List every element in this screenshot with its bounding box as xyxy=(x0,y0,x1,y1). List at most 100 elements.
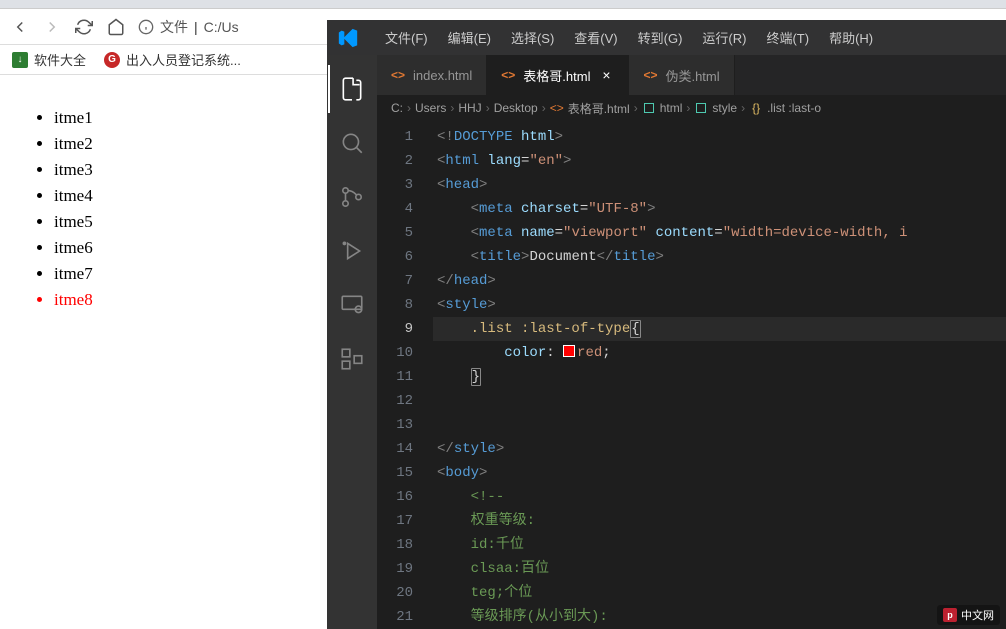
code-line[interactable]: <style> xyxy=(433,293,1006,317)
bookmark-label: 出入人员登记系统... xyxy=(126,50,241,69)
line-number: 1 xyxy=(377,125,413,149)
vscode-logo-icon xyxy=(335,25,361,51)
list-item: itme3 xyxy=(54,157,307,183)
line-gutter: 123456789101112131415161718192021 xyxy=(377,121,433,629)
tag-icon xyxy=(694,101,708,115)
menu-item[interactable]: 运行(R) xyxy=(692,24,756,51)
back-icon[interactable] xyxy=(10,17,30,37)
reload-icon[interactable] xyxy=(74,17,94,37)
code-line[interactable]: teg;个位 xyxy=(433,581,1006,605)
code-line[interactable]: <head> xyxy=(433,173,1006,197)
code-line[interactable]: clsaa:百位 xyxy=(433,557,1006,581)
code-line[interactable]: 权重等级: xyxy=(433,509,1006,533)
breadcrumb-item[interactable]: Desktop xyxy=(494,101,538,115)
code-line[interactable]: <html lang="en"> xyxy=(433,149,1006,173)
html-file-icon: <> xyxy=(550,101,564,115)
bookmark-item[interactable]: ↓软件大全 xyxy=(12,50,86,69)
menu-item[interactable]: 编辑(E) xyxy=(438,24,501,51)
code-line[interactable]: </head> xyxy=(433,269,1006,293)
menu-item[interactable]: 文件(F) xyxy=(375,24,438,51)
line-number: 4 xyxy=(377,197,413,221)
list-item: itme5 xyxy=(54,209,307,235)
code-line[interactable]: <!-- xyxy=(433,485,1006,509)
breadcrumb-item[interactable]: html xyxy=(642,101,683,115)
line-number: 17 xyxy=(377,509,413,533)
debug-icon[interactable] xyxy=(328,227,376,275)
line-number: 19 xyxy=(377,557,413,581)
menu-item[interactable]: 终端(T) xyxy=(756,24,819,51)
remote-icon[interactable] xyxy=(328,281,376,329)
extensions-icon[interactable] xyxy=(328,335,376,383)
list-item: itme6 xyxy=(54,235,307,261)
code-line[interactable]: </style> xyxy=(433,437,1006,461)
source-control-icon[interactable] xyxy=(328,173,376,221)
watermark-logo-icon: p xyxy=(943,608,957,622)
list-item: itme2 xyxy=(54,131,307,157)
code-line[interactable]: <!DOCTYPE html> xyxy=(433,125,1006,149)
breadcrumb[interactable]: C:›Users›HHJ›Desktop›<>表格哥.html›html›sty… xyxy=(377,95,1006,121)
tab-label: 表格哥.html xyxy=(523,66,590,85)
list-item: itme8 xyxy=(54,287,307,313)
breadcrumb-item[interactable]: {}.list :last-o xyxy=(749,101,821,115)
watermark: p 中文网 xyxy=(937,605,1000,625)
breadcrumb-item[interactable]: HHJ xyxy=(458,101,481,115)
editor-tab[interactable]: <>伪类.html xyxy=(629,55,734,95)
menu-item[interactable]: 转到(G) xyxy=(628,24,693,51)
code-line[interactable]: <meta charset="UTF-8"> xyxy=(433,197,1006,221)
code-line[interactable]: color: red; xyxy=(433,341,1006,365)
line-number: 16 xyxy=(377,485,413,509)
bookmark-icon: ↓ xyxy=(12,52,28,68)
breadcrumb-item[interactable]: style xyxy=(694,101,737,115)
editor-tab[interactable]: <> 表格哥.html × xyxy=(487,55,629,95)
code-line[interactable]: } xyxy=(433,365,1006,389)
line-number: 11 xyxy=(377,365,413,389)
editor-tabs: <> index.html <> 表格哥.html × <>伪类.html xyxy=(377,55,1006,95)
vscode-window: 文件(F)编辑(E)选择(S)查看(V)转到(G)运行(R)终端(T)帮助(H)… xyxy=(327,20,1006,629)
line-number: 7 xyxy=(377,269,413,293)
line-number: 3 xyxy=(377,173,413,197)
line-number: 9 xyxy=(377,317,413,341)
home-icon[interactable] xyxy=(106,17,126,37)
bookmark-icon: G xyxy=(104,52,120,68)
line-number: 21 xyxy=(377,605,413,629)
breadcrumb-item[interactable]: Users xyxy=(415,101,446,115)
html-file-icon: <> xyxy=(391,68,405,82)
tab-label: index.html xyxy=(413,68,472,83)
breadcrumb-item[interactable]: <>表格哥.html xyxy=(550,100,630,117)
bookmark-item[interactable]: G 出入人员登记系统... xyxy=(104,50,241,69)
line-number: 8 xyxy=(377,293,413,317)
address-bar[interactable]: 文件 | C:/Us xyxy=(138,17,239,37)
code-line[interactable]: id:千位 xyxy=(433,533,1006,557)
line-number: 6 xyxy=(377,245,413,269)
code-line[interactable]: <body> xyxy=(433,461,1006,485)
breadcrumb-item[interactable]: C: xyxy=(391,101,403,115)
code-line[interactable]: <meta name="viewport" content="width=dev… xyxy=(433,221,1006,245)
html-file-icon: <> xyxy=(643,68,657,82)
line-number: 15 xyxy=(377,461,413,485)
code-line[interactable]: .list :last-of-type{ xyxy=(433,317,1006,341)
html-file-icon: <> xyxy=(501,68,515,82)
line-number: 5 xyxy=(377,221,413,245)
code-content[interactable]: <!DOCTYPE html><html lang="en"><head> <m… xyxy=(433,121,1006,629)
menu-item[interactable]: 查看(V) xyxy=(564,24,627,51)
list-item: itme1 xyxy=(54,105,307,131)
line-number: 18 xyxy=(377,533,413,557)
menu-item[interactable]: 帮助(H) xyxy=(819,24,883,51)
close-icon[interactable]: × xyxy=(598,67,614,83)
code-line[interactable]: <title>Document</title> xyxy=(433,245,1006,269)
line-number: 13 xyxy=(377,413,413,437)
code-line[interactable] xyxy=(433,389,1006,413)
code-line[interactable] xyxy=(433,413,1006,437)
editor-tab[interactable]: <> index.html xyxy=(377,55,487,95)
forward-icon[interactable] xyxy=(42,17,62,37)
watermark-text: 中文网 xyxy=(961,607,994,623)
explorer-icon[interactable] xyxy=(328,65,376,113)
code-line[interactable]: 等级排序(从小到大): xyxy=(433,605,1006,629)
address-path: C:/Us xyxy=(204,19,239,35)
search-icon[interactable] xyxy=(328,119,376,167)
menu-item[interactable]: 选择(S) xyxy=(501,24,564,51)
list-item: itme7 xyxy=(54,261,307,287)
code-editor[interactable]: 123456789101112131415161718192021 <!DOCT… xyxy=(377,121,1006,629)
line-number: 2 xyxy=(377,149,413,173)
line-number: 20 xyxy=(377,581,413,605)
